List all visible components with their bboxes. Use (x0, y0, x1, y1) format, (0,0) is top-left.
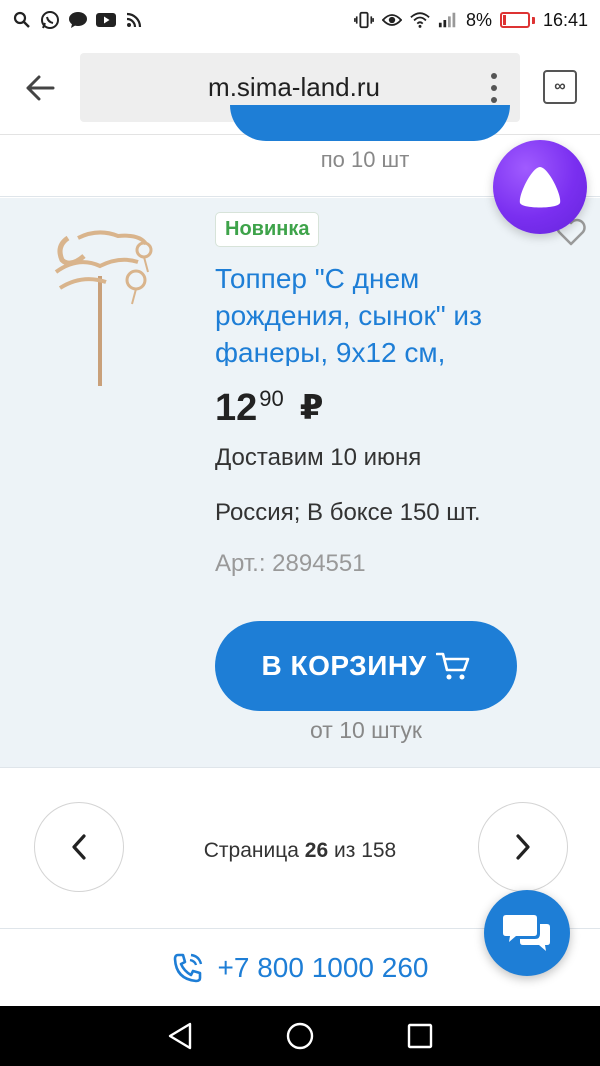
product-origin: Россия; В боксе 150 шт. (215, 499, 481, 526)
arrow-left-icon (26, 75, 55, 101)
nav-home-button[interactable] (280, 1016, 320, 1056)
new-badge: Новинка (215, 212, 320, 247)
product-price: 12 90 ₽ (215, 386, 323, 430)
nav-recents-button[interactable] (400, 1016, 440, 1056)
system-icons: 8% 16:41 (354, 10, 588, 31)
url-text: m.sima-land.ru (208, 72, 380, 102)
rss-icon (124, 10, 144, 30)
clock: 16:41 (542, 9, 588, 30)
signal-icon (438, 10, 458, 30)
min-quantity: от 10 штук (310, 717, 422, 743)
price-decimal: 90 (259, 386, 284, 411)
nav-back-button[interactable] (160, 1016, 200, 1056)
square-recents-icon (407, 1023, 433, 1049)
triangle-back-icon (168, 1022, 192, 1050)
dot-icon (491, 73, 497, 79)
system-navigation-bar (0, 1006, 600, 1066)
chat-button[interactable] (484, 890, 570, 976)
status-bar: 8% 16:41 (0, 0, 600, 40)
battery-icon (499, 12, 535, 28)
currency-symbol: ₽ (299, 389, 324, 427)
circle-home-icon (286, 1022, 314, 1050)
add-to-cart-label: В КОРЗИНУ (261, 650, 427, 681)
tabs-label: ∞ (554, 78, 566, 95)
product-image[interactable] (48, 216, 158, 396)
article-number: Арт.: 2894551 (215, 550, 366, 577)
battery-percent: 8% (465, 9, 492, 30)
tabs-button[interactable]: ∞ (543, 70, 577, 104)
phone-number[interactable]: +7 800 1000 260 (218, 952, 429, 984)
current-page: 26 (304, 839, 329, 862)
dot-icon (491, 97, 497, 103)
delivery-date: Доставим 10 июня (215, 444, 422, 471)
assistant-icon (519, 167, 561, 208)
previous-cart-button[interactable] (230, 105, 510, 141)
product-card: Новинка Топпер "С днем рождения, сынок" … (0, 198, 600, 768)
notification-icons (12, 10, 144, 30)
vibrate-icon (354, 10, 374, 30)
back-button[interactable] (20, 68, 60, 108)
next-page-button[interactable] (478, 802, 568, 892)
page-label: Страница (203, 839, 299, 862)
product-title[interactable]: Топпер "С днем рождения, сынок" из фанер… (215, 260, 555, 366)
whatsapp-icon (40, 10, 60, 30)
search-icon (12, 10, 32, 30)
message-icon (68, 10, 88, 30)
browser-menu-button[interactable] (484, 73, 504, 103)
screen: 8% 16:41 m.sima-land.ru ∞ по 10 шт Новин… (0, 0, 600, 1066)
voice-assistant-button[interactable] (493, 140, 587, 234)
chat-bubbles-icon (503, 915, 550, 951)
chevron-right-icon (516, 834, 530, 860)
dot-icon (491, 85, 497, 91)
youtube-icon (96, 10, 116, 30)
wifi-icon (410, 10, 430, 30)
add-to-cart-button[interactable]: В КОРЗИНУ (215, 621, 517, 711)
price-integer: 12 (215, 387, 258, 429)
phone-call-icon (172, 952, 204, 984)
total-pages: 158 (361, 839, 397, 862)
cart-icon (436, 651, 470, 681)
eye-icon (381, 10, 402, 30)
page-of: из (333, 839, 356, 862)
